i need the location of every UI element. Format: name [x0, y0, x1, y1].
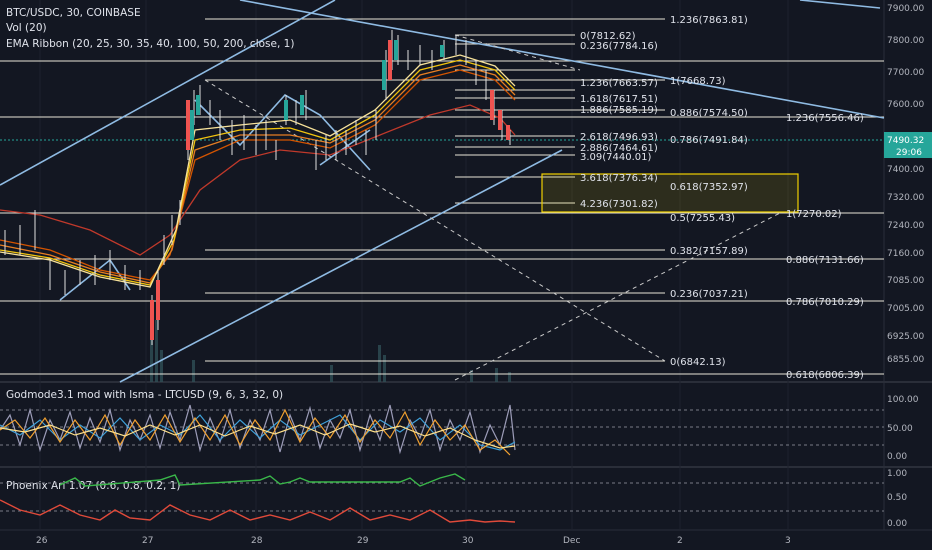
price-tick: 7700.00 — [887, 68, 924, 78]
fib-label: 0.786(7010.29) — [786, 297, 864, 308]
osc2-tick: 0.50 — [887, 493, 907, 503]
fib-label: 0.236(7037.21) — [670, 289, 748, 300]
price-tick: 7005.00 — [887, 304, 924, 314]
fib-label: 0.5(7255.43) — [670, 213, 735, 224]
fib-label: 1(7668.73) — [670, 76, 726, 87]
fib-label: 0.236(7784.16) — [580, 41, 658, 52]
price-tick: 7800.00 — [887, 36, 924, 46]
osc1-tick: 100.00 — [887, 395, 919, 405]
fib-label: 4.236(7301.82) — [580, 199, 658, 210]
trading-chart[interactable]: BTC/USDC, 30, COINBASE Vol (20) EMA Ribb… — [0, 0, 932, 550]
time-tick: 3 — [785, 536, 791, 546]
fib-label: 3.09(7440.01) — [580, 152, 652, 163]
current-price-value: 7490.32 — [887, 136, 924, 146]
osc2-tick: 0.00 — [887, 519, 907, 529]
fib-label: 0.618(6806.39) — [786, 370, 864, 381]
time-tick: 29 — [357, 536, 369, 546]
fib-label: 1.618(7617.51) — [580, 94, 658, 105]
bar-countdown: 29:06 — [896, 148, 922, 158]
fib-label: 1.236(7863.81) — [670, 15, 748, 26]
osc1-tick: 50.00 — [887, 424, 913, 434]
time-tick: 2 — [677, 536, 683, 546]
osc1-tick: 0.00 — [887, 452, 907, 462]
price-tick: 7900.00 — [887, 4, 924, 14]
osc2-tick: 1.00 — [887, 469, 907, 479]
volume-label: Vol (20) — [6, 22, 47, 34]
fib-label: 1(7270.02) — [786, 209, 842, 220]
fib-label: 0.886(7131.66) — [786, 255, 864, 266]
fib-label: 2.618(7496.93) — [580, 132, 658, 143]
price-tick: 7320.00 — [887, 193, 924, 203]
price-tick: 7400.00 — [887, 165, 924, 175]
time-tick: 26 — [36, 536, 48, 546]
time-tick: 27 — [142, 536, 153, 546]
price-tick: 7160.00 — [887, 249, 924, 259]
fib-label: 1.236(7556.46) — [786, 113, 864, 124]
fib-label: 0.382(7157.89) — [670, 246, 748, 257]
fib-label: 0.786(7491.84) — [670, 135, 748, 146]
ema-ribbon-label: EMA Ribbon (20, 25, 30, 35, 40, 100, 50,… — [6, 38, 294, 50]
price-tick: 7240.00 — [887, 221, 924, 231]
time-tick: 28 — [251, 536, 263, 546]
fib-label: 0(6842.13) — [670, 357, 726, 368]
price-tick: 7600.00 — [887, 100, 924, 110]
fib-label: 0.886(7574.50) — [670, 108, 748, 119]
price-tick: 6925.00 — [887, 332, 924, 342]
price-tick: 7085.00 — [887, 276, 924, 286]
symbol-label: BTC/USDC, 30, COINBASE — [6, 7, 141, 19]
oscillator2-axis[interactable]: 1.00 0.50 0.00 — [887, 469, 907, 529]
fib-label: 0.618(7352.97) — [670, 182, 748, 193]
oscillator1-label: Godmode3.1 mod with lsma - LTCUSD (9, 6,… — [6, 389, 283, 401]
time-tick: 30 — [462, 536, 474, 546]
price-tick: 6855.00 — [887, 355, 924, 365]
fib-label: 1.236(7663.57) — [580, 78, 658, 89]
time-tick: Dec — [563, 536, 580, 546]
fib-label: 3.618(7376.34) — [580, 173, 658, 184]
fib-label: 1.886(7585.19) — [580, 105, 658, 116]
